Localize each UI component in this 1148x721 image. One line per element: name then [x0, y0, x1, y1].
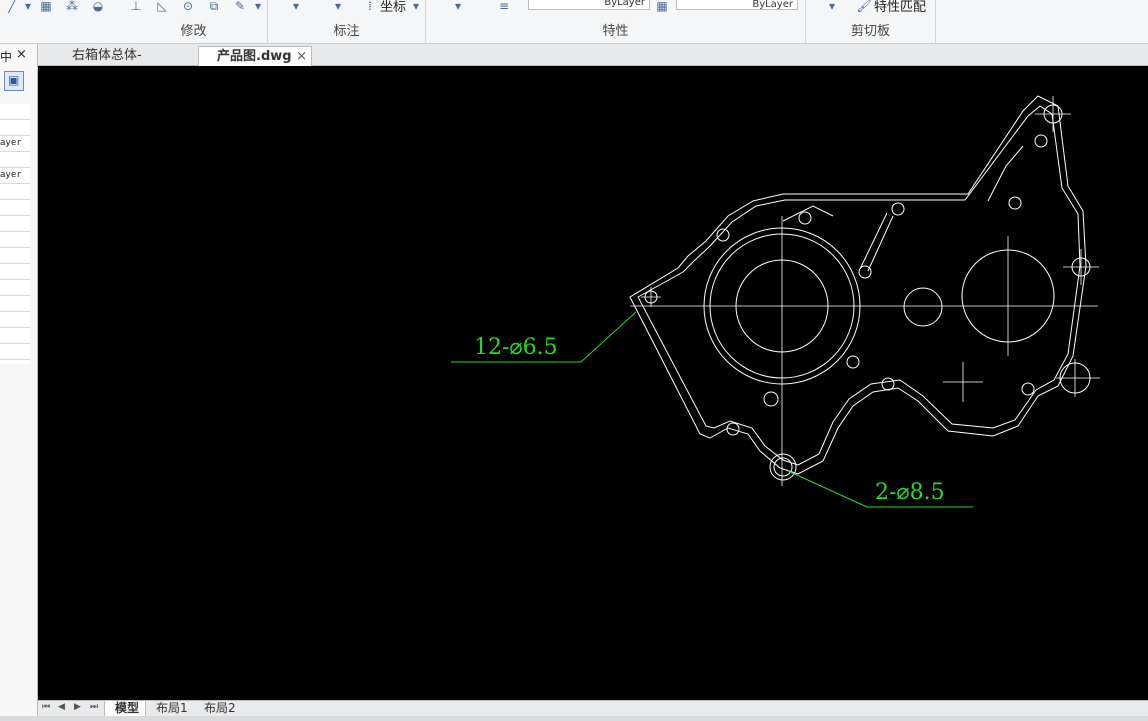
group-label-annotate: 标注 [333, 24, 360, 39]
panel-row [0, 280, 30, 296]
tab-product-drawing[interactable]: 产品图.dwg × [198, 46, 312, 66]
panel-row [0, 152, 30, 168]
annotation-hole-8-5[interactable]: 2-⌀8.5 [875, 480, 945, 505]
edit-icon[interactable]: ✎ [232, 0, 248, 14]
nav-next-button[interactable]: ▶ [74, 702, 81, 712]
panel-close-button[interactable]: × [16, 47, 27, 62]
hatch-icon[interactable]: ▦ [38, 0, 54, 14]
center-lines [630, 96, 1100, 486]
scale-icon[interactable]: ◺ [154, 0, 170, 14]
dropdown-arrow-icon[interactable]: ▾ [20, 0, 36, 14]
tab-model[interactable]: 模型 [104, 701, 147, 717]
coordinate-icon[interactable]: ⁞ [362, 0, 378, 14]
region-icon[interactable]: ◒ [90, 0, 106, 14]
leader-dropdown-icon[interactable]: ▾ [330, 0, 346, 14]
tab-layout2[interactable]: 布局2 [194, 701, 242, 717]
panel-row [0, 344, 30, 360]
rotate-icon[interactable]: ⊙ [180, 0, 196, 14]
panel-row [0, 200, 30, 216]
tab-layout1[interactable]: 布局1 [146, 701, 194, 717]
annotation-hole-6-5[interactable]: 12-⌀6.5 [474, 335, 558, 360]
dropdown-arrow-icon[interactable]: ▾ [408, 0, 424, 14]
ribbon-group-annotate: ▾ ▾ ⁞ 坐标 ▾ 标注 [268, 0, 426, 44]
panel-row[interactable]: ayer [0, 136, 30, 152]
panel-row [0, 184, 30, 200]
linetype-icon[interactable]: ≡ [496, 0, 512, 14]
ribbon: ╱ ▾ ▦ ⁂ ◒ ⊥ ◺ ⊙ ⧉ ✎ ▾ 修改 ▾ ▾ ⁞ 坐标 ▾ 标注 ▾… [0, 0, 1148, 44]
ribbon-group-modify: ╱ ▾ ▦ ⁂ ◒ ⊥ ◺ ⊙ ⧉ ✎ ▾ 修改 [0, 0, 268, 44]
quick-select-icon: ▣ [8, 73, 20, 87]
dropdown-arrow-icon[interactable]: ▾ [250, 0, 266, 14]
document-tabbar: 右箱体总体-A0.dwg 产品图.dwg × [38, 44, 1148, 82]
panel-row [0, 232, 30, 248]
ribbon-group-properties: ▾ ≡ ByLayer ▦ ByLayer 特性 [426, 0, 806, 44]
panel-row [0, 120, 30, 136]
panel-row [0, 216, 30, 232]
cad-drawing[interactable]: 12-⌀6.5 2-⌀8.5 [38, 66, 1148, 700]
tab-close-button[interactable]: × [296, 47, 307, 66]
nav-prev-button[interactable]: ◀ [58, 702, 65, 712]
color-swatch-icon: ▦ [656, 0, 668, 13]
copy-icon[interactable]: ⧉ [206, 0, 222, 14]
group-label-properties: 特性 [602, 24, 629, 39]
panel-row-value: ayer [0, 170, 22, 180]
properties-panel: 中 × ▣ ayer ayer [0, 44, 38, 721]
panel-row [0, 248, 30, 264]
layer-combo[interactable]: ByLayer [528, 0, 650, 10]
nav-first-button[interactable]: ⏮ [42, 702, 50, 712]
layout-tabbar: ⏮ ◀ ▶ ⏭ 模型 布局1 布局2 [38, 700, 1148, 717]
drawing-canvas[interactable]: 12-⌀6.5 2-⌀8.5 [38, 66, 1148, 700]
panel-row [0, 328, 30, 344]
tab-label: 产品图.dwg [217, 49, 292, 64]
stretch-icon[interactable]: ⊥ [128, 0, 144, 14]
tab-right-box-total[interactable]: 右箱体总体-A0.dwg [38, 46, 188, 82]
panel-row[interactable]: ayer [0, 168, 30, 184]
array-icon[interactable]: ⁂ [64, 0, 80, 14]
group-label-modify: 修改 [180, 24, 207, 39]
panel-title-fragment: 中 [0, 50, 13, 64]
line-tool-icon[interactable]: ╱ [4, 0, 20, 14]
panel-row [0, 312, 30, 328]
status-strip [0, 716, 1148, 721]
panel-row-value: ayer [0, 138, 22, 148]
panel-row [0, 264, 30, 280]
coordinate-label[interactable]: 坐标 [380, 0, 406, 15]
nav-last-button[interactable]: ⏭ [90, 702, 98, 712]
panel-row [0, 104, 30, 120]
panel-grid: ayer ayer [0, 104, 30, 364]
part-outline [629, 95, 1091, 481]
match-properties-label[interactable]: 特性匹配 [874, 0, 926, 15]
quick-select-button[interactable]: ▣ [4, 71, 24, 91]
color-combo[interactable]: ByLayer [676, 0, 798, 10]
layer-dropdown-icon[interactable]: ▾ [450, 0, 466, 14]
paste-dropdown-icon[interactable]: ▾ [824, 0, 840, 14]
match-properties-icon[interactable]: 🖌 [856, 0, 872, 14]
panel-row [0, 296, 30, 312]
dimension-dropdown-icon[interactable]: ▾ [288, 0, 304, 14]
group-label-clipboard: 剪切板 [850, 24, 890, 39]
ribbon-group-clipboard: ▾ 🖌 特性匹配 剪切板 [806, 0, 936, 44]
